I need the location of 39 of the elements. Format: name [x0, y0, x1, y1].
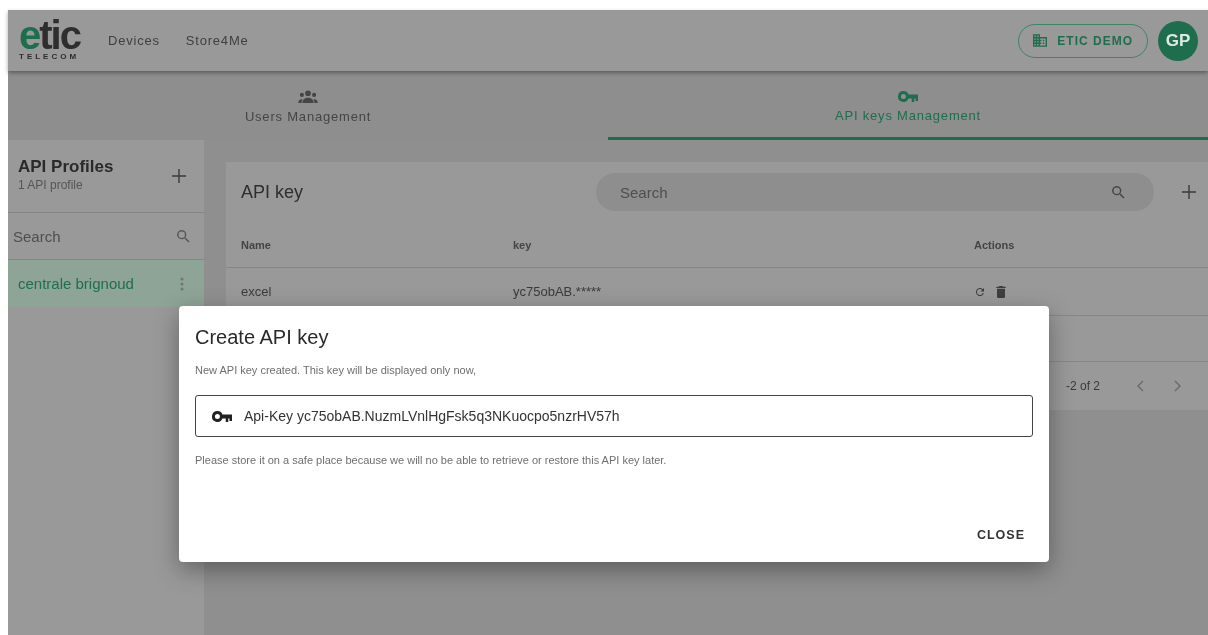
table-cell-text: excel	[241, 284, 273, 299]
chevron-right-icon	[1174, 380, 1182, 392]
kebab-icon	[180, 276, 184, 291]
logo-tagline: TELECOM	[19, 52, 80, 61]
dialog-title: Create API key	[195, 326, 330, 349]
add-button[interactable]	[170, 167, 188, 185]
page-range: -2 of 2	[1065, 379, 1100, 393]
search-icon	[1110, 184, 1127, 201]
key-icon	[898, 90, 918, 102]
tab[interactable]: API keys Management	[608, 71, 1208, 140]
column-header: Name	[241, 238, 272, 251]
avatar[interactable]: GP	[1158, 20, 1198, 61]
nav-link[interactable]: Devices	[107, 33, 160, 48]
dialog-note: Please store it on a safe place because we will no be able to retrieve or restore this API key later.	[195, 454, 668, 466]
logo-wordmark: etic	[19, 20, 80, 50]
sidebar-title: API Profiles	[18, 156, 114, 177]
trash-icon[interactable]	[996, 285, 1006, 298]
column-header: Actions	[974, 238, 1016, 251]
add-button[interactable]	[1180, 183, 1198, 201]
nav-link[interactable]: Store4Me	[185, 33, 249, 48]
dialog-message: New API key created. This key will be displayed only now,	[195, 364, 478, 376]
people-icon	[298, 89, 318, 103]
column-header: key	[513, 238, 533, 251]
tab[interactable]: Users Management	[8, 71, 608, 140]
table-cell-text: yc75obAB.*****	[513, 284, 603, 299]
search-field[interactable]: Search	[13, 227, 133, 245]
building-icon	[1033, 34, 1048, 47]
refresh-icon[interactable]	[974, 285, 986, 298]
close-button[interactable]: CLOSE	[968, 522, 1033, 548]
profile-count: 1 API profile	[18, 177, 84, 192]
plus-icon	[1182, 185, 1196, 199]
chevron-left-icon	[1136, 380, 1144, 392]
search-field[interactable]: Search	[596, 173, 1154, 211]
key-field[interactable]: Api-Key yc75obAB.NuzmLVnlHgFsk5q3NKuocpo5nzrHV57h	[195, 395, 1033, 437]
search-icon	[175, 227, 192, 245]
key-icon	[212, 410, 232, 422]
plus-icon	[172, 169, 186, 183]
card-title: API key	[241, 181, 305, 203]
profile-item[interactable]: centrale brignoud	[8, 260, 204, 307]
